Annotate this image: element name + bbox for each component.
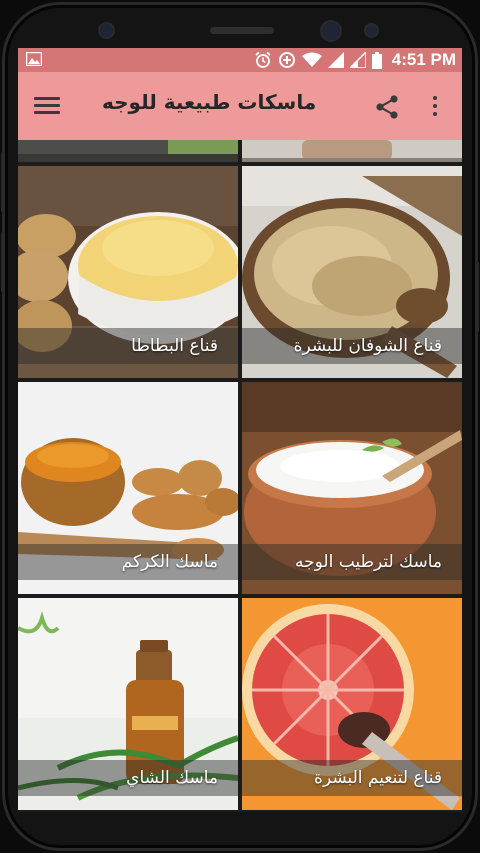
power-button [476,262,479,332]
status-bar: 4:51 PM [18,48,462,72]
data-saver-icon [278,52,295,68]
mask-card[interactable]: ماسك لترطيب الوجه [242,382,462,594]
card-label: ماسك الشاي [18,760,238,796]
page-title: ماسكات طبيعية للوجه [102,90,317,114]
mask-card[interactable]: ماسك الكركم [18,382,238,594]
more-vert-icon[interactable] [430,96,440,120]
sensor [366,25,377,36]
image-icon [26,52,42,66]
list-item[interactable] [242,140,462,162]
mask-card[interactable]: قناع لتنعيم البشرة [242,598,462,810]
screen: 4:51 PM ماسكات طبيعية للوجه قناع البطاطا… [18,48,462,812]
signal-icon [327,52,344,68]
card-label: قناع الشوفان للبشرة [242,328,462,364]
card-label: ماسك الكركم [18,544,238,580]
alarm-icon [255,51,271,68]
earpiece [210,27,274,34]
volume-button [1,152,4,212]
status-icons: 4:51 PM [254,48,456,72]
card-label: ماسك لترطيب الوجه [242,544,462,580]
menu-icon[interactable] [34,94,60,116]
wifi-icon [301,52,322,67]
status-time: 4:51 PM [391,50,456,69]
mask-card[interactable]: ماسك الشاي [18,598,238,810]
front-camera [322,22,340,40]
signal-icon [349,52,366,68]
food-image [18,140,238,162]
list-item[interactable] [18,140,238,162]
masks-grid: قناع البطاطا قناع الشوفان للبشرة ماسك ال… [18,140,462,812]
mask-card[interactable]: قناع البطاطا [18,166,238,378]
mask-card[interactable]: قناع الشوفان للبشرة [242,166,462,378]
card-label: قناع البطاطا [18,328,238,364]
volume-button [1,232,4,292]
card-label: قناع لتنعيم البشرة [242,760,462,796]
food-image [242,140,462,162]
front-camera [100,24,113,37]
share-icon[interactable] [374,94,400,120]
battery-icon [371,51,382,69]
app-bar: ماسكات طبيعية للوجه [18,72,462,140]
